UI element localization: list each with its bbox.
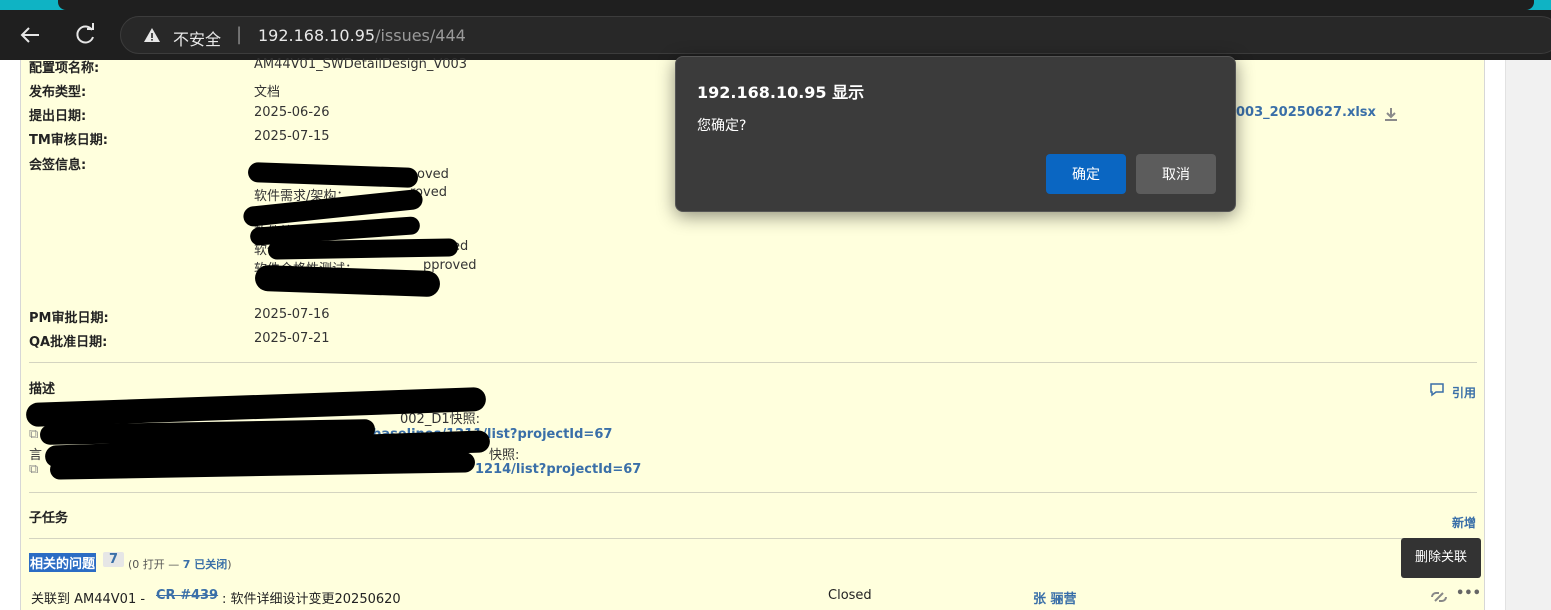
baseline-link-2[interactable]: 1214/list?projectId=67 bbox=[475, 462, 641, 477]
related-issue-link[interactable]: CR #439 bbox=[156, 588, 218, 603]
copy-icon[interactable]: ⧉ bbox=[29, 462, 38, 477]
signoff-label: 会签信息: bbox=[29, 158, 87, 173]
related-counts: (0 打开 — 7 已关闭) bbox=[128, 558, 232, 571]
ok-button[interactable]: 确定 bbox=[1046, 154, 1126, 194]
pm-approve-label: PM审批日期: bbox=[29, 311, 109, 326]
tm-review-label: TM审核日期: bbox=[29, 133, 109, 148]
config-item-label: 配置项名称: bbox=[29, 61, 100, 76]
copy-icon[interactable]: ⧉ bbox=[29, 427, 38, 442]
download-icon[interactable] bbox=[1383, 106, 1399, 122]
confirm-dialog: 192.168.10.95 显示 您确定? 确定 取消 bbox=[675, 56, 1236, 212]
url-text[interactable]: 192.168.10.95/issues/444 bbox=[258, 26, 466, 45]
divider bbox=[29, 492, 1477, 493]
qa-approve-label: QA批准日期: bbox=[29, 335, 108, 350]
divider bbox=[29, 538, 1477, 539]
back-arrow-icon[interactable] bbox=[15, 20, 45, 50]
address-bar[interactable]: 不安全 | 192.168.10.95/issues/444 bbox=[120, 16, 1551, 54]
signoff-fragment-1: oved bbox=[417, 167, 449, 182]
redaction bbox=[267, 238, 459, 260]
active-tab[interactable] bbox=[58, 0, 1534, 10]
url-path: /issues/444 bbox=[375, 26, 466, 45]
dialog-title: 192.168.10.95 显示 bbox=[697, 83, 865, 102]
delete-relation-tooltip: 删除关联 bbox=[1401, 538, 1481, 578]
tab-strip bbox=[0, 0, 1551, 10]
attachment-link[interactable]: 003_20250627.xlsx bbox=[1236, 105, 1376, 120]
related-issue-assignee[interactable]: 张 骊营 bbox=[1033, 588, 1077, 607]
page-scrollbar[interactable] bbox=[1505, 60, 1551, 610]
subtasks-title: 子任务 bbox=[29, 511, 69, 526]
dialog-message: 您确定? bbox=[697, 118, 747, 134]
related-issue-subject: : 软件详细设计变更20250620 bbox=[222, 592, 401, 607]
browser-toolbar: 不安全 | 192.168.10.95/issues/444 bbox=[0, 10, 1551, 60]
url-host: 192.168.10.95 bbox=[258, 26, 376, 45]
reload-icon[interactable] bbox=[70, 20, 100, 50]
add-subtask-link[interactable]: 新增 bbox=[1452, 514, 1476, 531]
submit-date-value: 2025-06-26 bbox=[254, 105, 330, 120]
relation-prefix: 关联到 AM44V01 - bbox=[31, 592, 146, 607]
more-icon[interactable]: ••• bbox=[1456, 586, 1481, 601]
security-label[interactable]: 不安全 bbox=[173, 26, 221, 50]
related-issues-title: 相关的问题 bbox=[29, 553, 97, 572]
description-line-3: 言 bbox=[29, 448, 43, 463]
description-title: 描述 bbox=[29, 382, 56, 397]
submit-date-label: 提出日期: bbox=[29, 109, 87, 124]
pm-approve-value: 2025-07-16 bbox=[254, 307, 330, 322]
quote-icon[interactable] bbox=[1429, 383, 1445, 397]
description-line-3-tail: 快照: bbox=[489, 448, 520, 463]
separator: | bbox=[236, 24, 243, 45]
quote-link[interactable]: 引用 bbox=[1452, 384, 1476, 401]
qa-approve-value: 2025-07-21 bbox=[254, 331, 330, 346]
related-issue-status: Closed bbox=[828, 588, 872, 603]
divider bbox=[29, 362, 1477, 363]
related-count-badge: 7 bbox=[103, 552, 125, 567]
unlink-icon[interactable] bbox=[1429, 588, 1449, 606]
release-type-value: 文档 bbox=[254, 85, 281, 100]
cancel-button[interactable]: 取消 bbox=[1136, 154, 1216, 194]
config-item-value: AM44V01_SWDetailDesign_V003 bbox=[254, 57, 468, 72]
release-type-label: 发布类型: bbox=[29, 85, 87, 100]
warning-icon[interactable] bbox=[143, 26, 161, 44]
tm-review-value: 2025-07-15 bbox=[254, 129, 330, 144]
table-row: 关联到 AM44V01 - CR #439 : 软件详细设计变更20250620… bbox=[29, 586, 1481, 610]
